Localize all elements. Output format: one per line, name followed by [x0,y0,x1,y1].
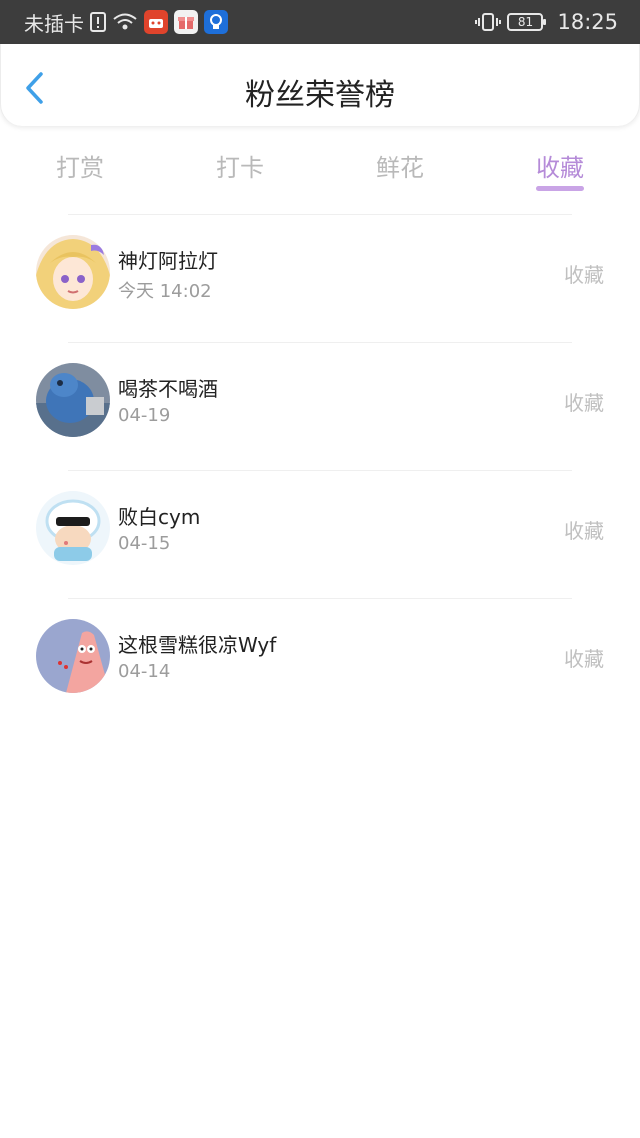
avatar[interactable] [36,363,110,437]
avatar[interactable] [36,235,110,309]
avatar[interactable] [36,491,110,565]
page-title: 粉丝荣誉榜 [245,78,395,113]
fan-list: 神灯阿拉灯 今天 14:02 收藏 喝茶不喝酒 04-19 收藏 败白cym 0… [0,214,640,726]
user-name: 败白cym [118,505,201,529]
status-bar-right: 81 18:25 [475,10,618,34]
gift-notification-icon [174,10,198,34]
user-name: 这根雪糕很凉Wyf [118,633,277,657]
list-item[interactable]: 败白cym 04-15 收藏 [0,471,640,598]
tab-bar: 打赏 打卡 鲜花 收藏 [0,126,640,202]
favorite-label: 收藏 [564,519,604,543]
favorite-label: 收藏 [564,647,604,671]
carrier-label: 未插卡 [24,11,84,36]
avatar[interactable] [36,619,110,693]
app-header: 粉丝荣誉榜 [0,44,640,126]
tab-flowers[interactable]: 鲜花 [320,126,480,202]
tab-favorites[interactable]: 收藏 [480,126,640,202]
user-name: 神灯阿拉灯 [118,249,218,273]
app-notification-icon [144,10,168,34]
sim-alert-icon [90,12,106,32]
timestamp: 04-19 [118,405,171,426]
list-item[interactable]: 神灯阿拉灯 今天 14:02 收藏 [0,215,640,342]
timestamp: 今天 14:02 [118,281,212,302]
battery-indicator: 81 [507,13,547,31]
favorite-label: 收藏 [564,263,604,287]
tab-label: 鲜花 [376,154,424,182]
favorite-label: 收藏 [564,391,604,415]
list-item[interactable]: 这根雪糕很凉Wyf 04-14 收藏 [0,599,640,726]
tab-checkin[interactable]: 打卡 [160,126,320,202]
bulb-notification-icon [204,10,228,34]
timestamp: 04-14 [118,661,171,682]
clock: 18:25 [557,10,618,34]
tab-label: 打卡 [216,154,264,182]
status-bar: 未插卡 81 18:25 [0,0,640,44]
tab-label: 打赏 [56,154,104,182]
timestamp: 04-15 [118,533,171,554]
tab-reward[interactable]: 打赏 [0,126,160,202]
wifi-icon [112,12,138,32]
vibrate-icon [475,12,502,32]
user-name: 喝茶不喝酒 [118,377,218,401]
list-item[interactable]: 喝茶不喝酒 04-19 收藏 [0,343,640,470]
tab-underline [536,186,584,191]
status-bar-left: 未插卡 [24,8,228,37]
tab-label: 收藏 [536,154,584,182]
